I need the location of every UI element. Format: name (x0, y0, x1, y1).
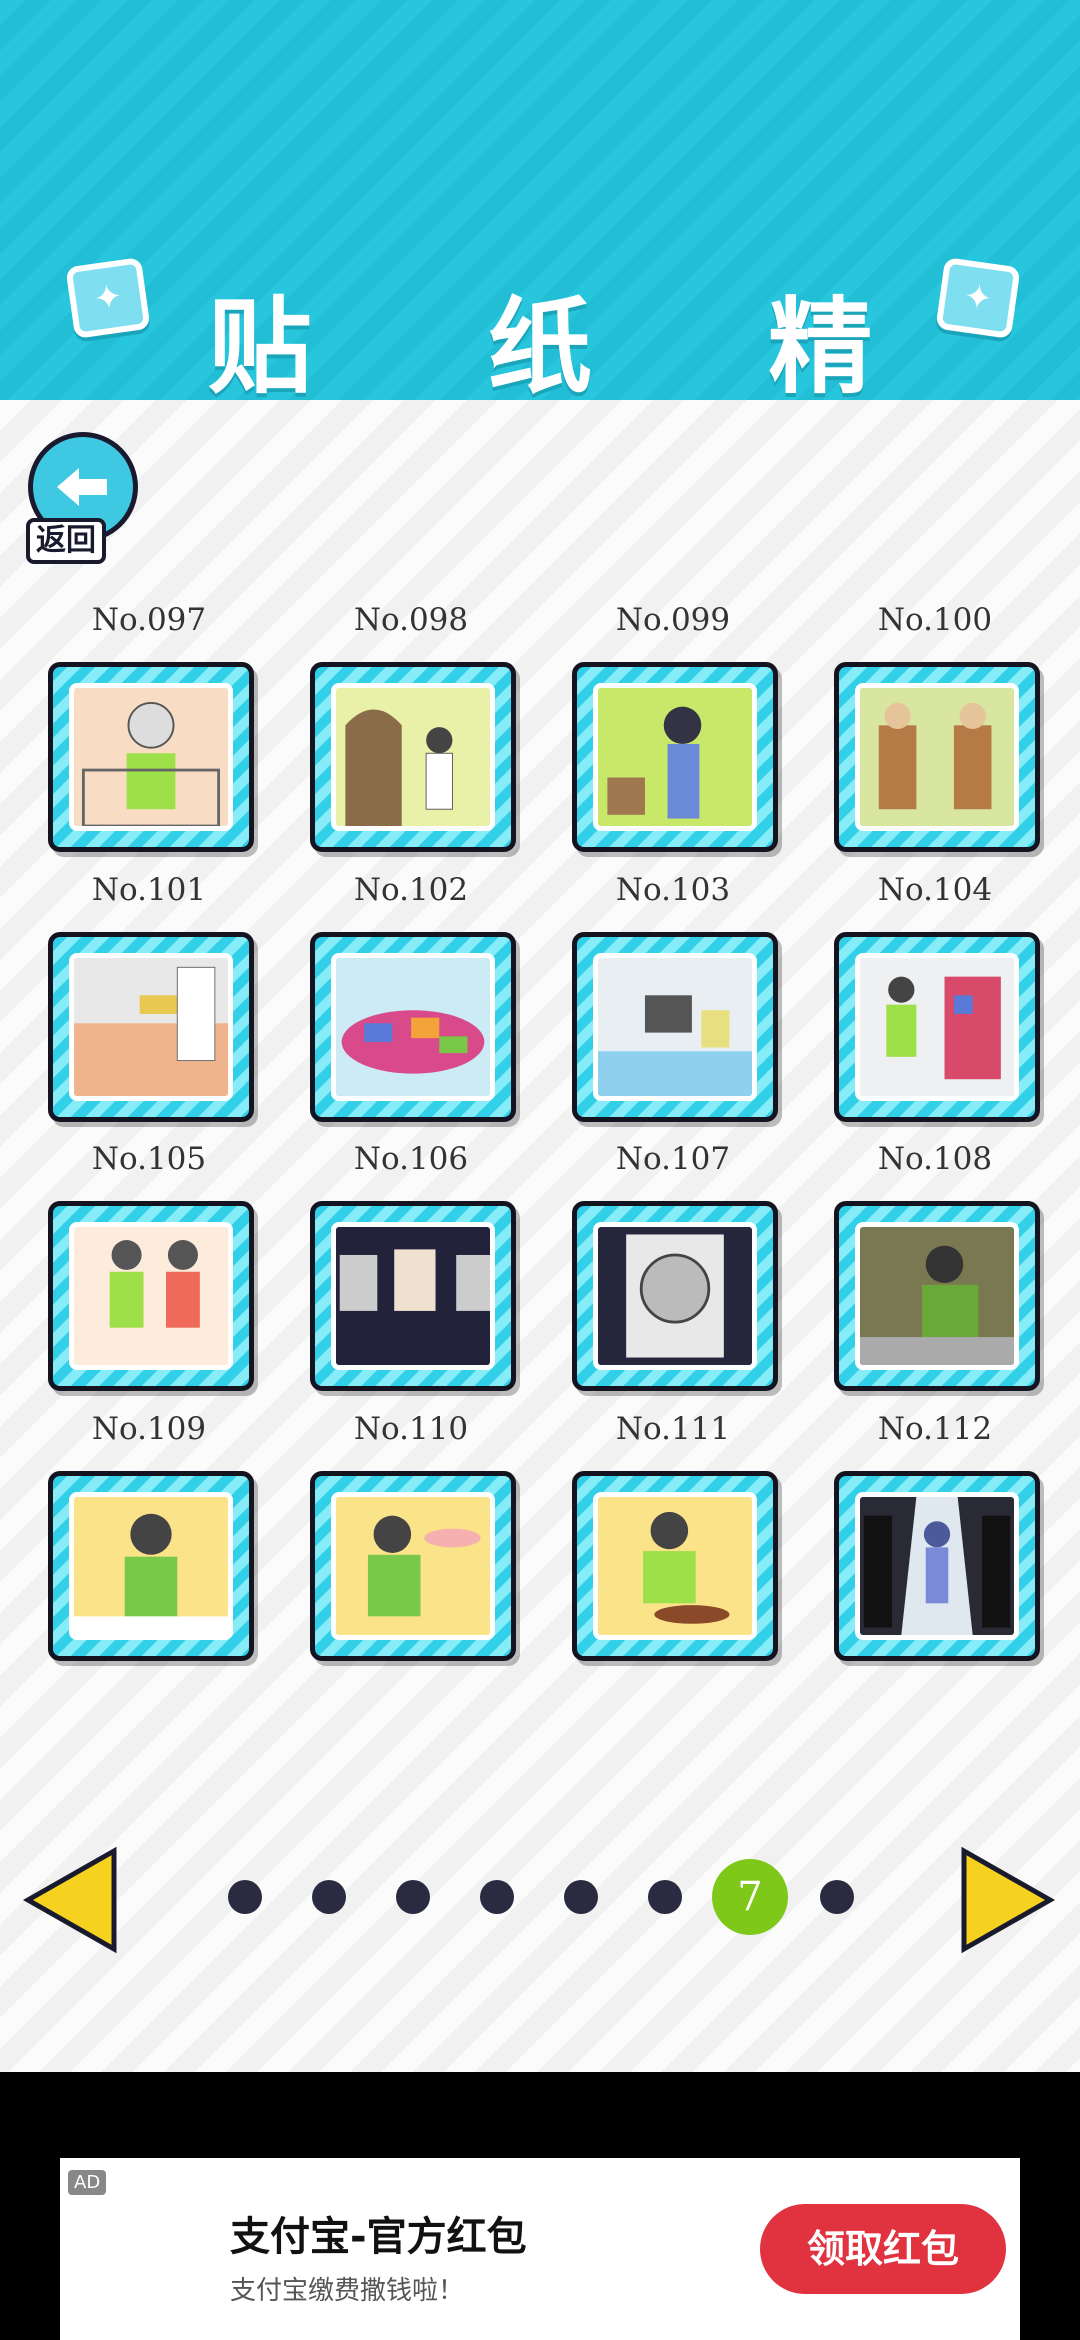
sticker-image (593, 953, 757, 1101)
ad-title: 支付宝-官方红包 (230, 2214, 527, 2260)
sticker-number: No.102 (353, 872, 469, 908)
page-dot[interactable] (228, 1880, 262, 1914)
sticker-image (331, 683, 495, 831)
page-dot[interactable] (820, 1880, 854, 1914)
sticker-number: No.111 (615, 1411, 731, 1447)
sticker-frame[interactable] (572, 1201, 778, 1391)
sticker-image (593, 1492, 757, 1640)
ad-subtitle: 支付宝缴费撒钱啦！ (230, 2276, 465, 2306)
sticker-frame[interactable] (834, 1201, 1040, 1391)
sticker-frame[interactable] (572, 662, 778, 852)
sticker-frame[interactable] (310, 1471, 516, 1661)
sticker-number: No.105 (91, 1141, 207, 1177)
sticker-number: No.103 (615, 872, 731, 908)
sticker-number: No.101 (91, 872, 207, 908)
ad-tag: AD (68, 2170, 107, 2195)
sticker-image (855, 1222, 1019, 1370)
sticker-frame[interactable] (572, 1471, 778, 1661)
sticker-frame[interactable] (572, 932, 778, 1122)
sticker-number: No.110 (353, 1411, 469, 1447)
sticker-number: No.100 (877, 602, 993, 638)
sticker-image (855, 1492, 1019, 1640)
sticker-image (855, 953, 1019, 1101)
sticker-number: No.112 (877, 1411, 993, 1447)
sticker-number: No.108 (877, 1141, 993, 1177)
sticker-frame[interactable] (310, 662, 516, 852)
sticker-frame[interactable] (48, 932, 254, 1122)
ad-cta-button[interactable]: 领取红包 (760, 2204, 1006, 2294)
sticker-number: No.097 (91, 602, 207, 638)
page-dot[interactable] (312, 1880, 346, 1914)
back-button[interactable]: 返回 (26, 430, 138, 564)
sticker-number: No.107 (615, 1141, 731, 1177)
sticker-frame[interactable] (834, 1471, 1040, 1661)
sticker-image (69, 953, 233, 1101)
ad-banner[interactable]: AD 支付宝-官方红包 支付宝缴费撒钱啦！ 领取红包 (60, 2158, 1020, 2340)
sticker-frame[interactable] (834, 662, 1040, 852)
sticker-frame[interactable] (834, 932, 1040, 1122)
sticker-image (855, 683, 1019, 831)
page-dot-active[interactable]: 7 (712, 1859, 788, 1935)
sticker-image (331, 1492, 495, 1640)
sticker-image (331, 1222, 495, 1370)
back-label: 返回 (26, 518, 106, 564)
sticker-frame[interactable] (310, 1201, 516, 1391)
sticker-frame[interactable] (48, 1201, 254, 1391)
sticker-image (593, 683, 757, 831)
next-page-arrow-icon[interactable] (958, 1845, 1058, 1955)
sticker-image (593, 1222, 757, 1370)
page-dot[interactable] (480, 1880, 514, 1914)
sticker-image (69, 1492, 233, 1640)
page-dot[interactable] (396, 1880, 430, 1914)
page-dot[interactable] (564, 1880, 598, 1914)
sticker-image (69, 1222, 233, 1370)
sticker-number: No.106 (353, 1141, 469, 1177)
sticker-frame[interactable] (48, 662, 254, 852)
sticker-frame[interactable] (48, 1471, 254, 1661)
page-dot[interactable] (648, 1880, 682, 1914)
sticker-number: No.109 (91, 1411, 207, 1447)
sticker-frame[interactable] (310, 932, 516, 1122)
sticker-image (69, 683, 233, 831)
sticker-number: No.098 (353, 602, 469, 638)
sticker-number: No.099 (615, 602, 731, 638)
sticker-number: No.104 (877, 872, 993, 908)
sticker-image (331, 953, 495, 1101)
prev-page-arrow-icon[interactable] (20, 1845, 120, 1955)
